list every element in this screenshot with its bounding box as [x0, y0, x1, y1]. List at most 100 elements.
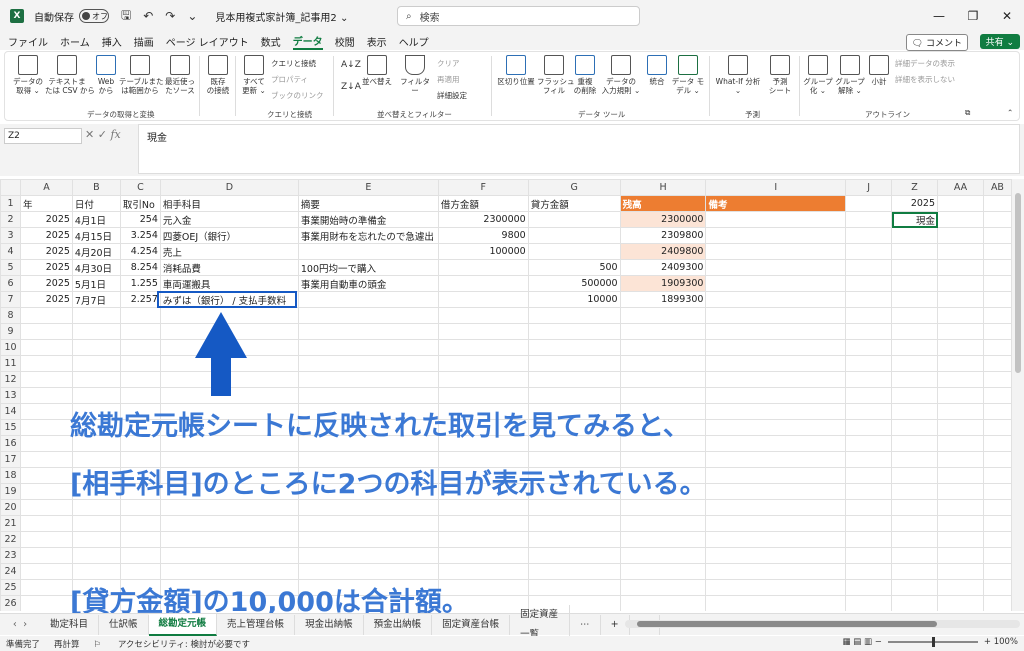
quick-access-dropdown-icon[interactable]: ⌄	[187, 9, 197, 23]
cell[interactable]: 2025	[891, 195, 938, 212]
tab-review[interactable]: 校閲	[335, 34, 355, 49]
row-header[interactable]: 16	[0, 435, 21, 452]
cell[interactable]	[845, 227, 893, 244]
cell[interactable]	[297, 499, 439, 516]
cell[interactable]	[437, 291, 529, 308]
function-icon[interactable]: fx	[110, 128, 120, 141]
formula-input[interactable]: 現金	[138, 124, 1020, 174]
cell[interactable]	[159, 499, 299, 516]
select-all-corner[interactable]	[0, 179, 21, 196]
cell[interactable]	[71, 371, 121, 388]
cell[interactable]: 4月15日	[71, 227, 121, 244]
tab-view[interactable]: 表示	[367, 34, 387, 49]
cell[interactable]	[891, 243, 938, 260]
cell[interactable]	[619, 355, 707, 372]
cell[interactable]	[19, 499, 73, 516]
cell[interactable]	[119, 371, 161, 388]
cell[interactable]	[705, 579, 847, 596]
cell[interactable]	[297, 243, 439, 260]
cell[interactable]: 事業用自動車の頭金	[297, 275, 439, 292]
cell[interactable]	[937, 355, 984, 372]
cell[interactable]	[119, 355, 161, 372]
cell[interactable]	[119, 531, 161, 548]
cell[interactable]	[119, 387, 161, 404]
hide-detail-button[interactable]: 詳細を表示しない	[895, 74, 955, 85]
row-header[interactable]: 12	[0, 371, 21, 388]
cell[interactable]	[437, 371, 529, 388]
ungroup-button[interactable]: グループ 解除 ⌄	[835, 55, 865, 95]
row-header[interactable]: 4	[0, 243, 21, 260]
cell[interactable]	[71, 563, 121, 580]
search-box[interactable]: ⌕ 検索	[397, 6, 640, 26]
cell[interactable]	[982, 211, 1012, 228]
cell[interactable]	[982, 275, 1012, 292]
cell[interactable]: 254	[119, 211, 161, 228]
clear-button[interactable]: クリア	[437, 58, 460, 69]
text-to-columns-button[interactable]: 区切り位置	[495, 55, 537, 86]
cell[interactable]	[845, 435, 893, 452]
cell[interactable]	[982, 259, 1012, 276]
cell[interactable]	[937, 435, 984, 452]
sheet-tab-fixed-assets[interactable]: 固定資産台帳	[432, 614, 511, 635]
row-header[interactable]: 7	[0, 291, 21, 308]
cell[interactable]	[437, 259, 529, 276]
cell[interactable]	[891, 259, 938, 276]
cell[interactable]	[527, 243, 621, 260]
cell[interactable]	[71, 515, 121, 532]
tab-file[interactable]: ファイル	[8, 34, 48, 49]
cell[interactable]: 1909300	[619, 275, 707, 292]
cell[interactable]	[982, 531, 1012, 548]
column-header[interactable]: B	[71, 179, 121, 196]
cell[interactable]	[937, 323, 984, 340]
cell[interactable]	[705, 531, 847, 548]
cell[interactable]: 2025	[19, 243, 73, 260]
cell[interactable]	[159, 531, 299, 548]
cell-table[interactable]: A B C D E F G H I J Z AA AB 1 年日付 取引No 相手科目 摘要 借方金額 貸方金額 残高備…	[0, 179, 1012, 611]
cell[interactable]	[19, 403, 73, 420]
cell[interactable]	[845, 467, 893, 484]
cell[interactable]	[71, 531, 121, 548]
cell[interactable]	[845, 515, 893, 532]
cell[interactable]	[527, 531, 621, 548]
cell[interactable]	[119, 307, 161, 324]
cell[interactable]: 100000	[437, 243, 529, 260]
cell[interactable]	[982, 499, 1012, 516]
cell[interactable]	[937, 259, 984, 276]
cell[interactable]: 2300000	[437, 211, 529, 228]
page-layout-view-icon[interactable]: ▤	[853, 637, 861, 647]
cell[interactable]	[891, 307, 938, 324]
cell[interactable]: 500000	[527, 275, 621, 292]
cell[interactable]	[845, 195, 893, 212]
cell[interactable]	[19, 355, 73, 372]
cell[interactable]	[297, 339, 439, 356]
horizontal-scrollbar[interactable]	[625, 620, 1020, 628]
cell[interactable]	[527, 355, 621, 372]
cell[interactable]	[982, 515, 1012, 532]
cell[interactable]	[527, 563, 621, 580]
cell[interactable]	[527, 547, 621, 564]
column-header[interactable]: AB	[982, 179, 1012, 196]
cell[interactable]	[937, 419, 984, 436]
cell[interactable]	[297, 531, 439, 548]
cell[interactable]	[297, 547, 439, 564]
row-header[interactable]: 9	[0, 323, 21, 340]
cell[interactable]	[297, 307, 439, 324]
cell[interactable]	[119, 323, 161, 340]
consolidate-button[interactable]: 統合	[645, 55, 669, 86]
cell[interactable]: 1899300	[619, 291, 707, 308]
cell[interactable]	[437, 323, 529, 340]
worksheet-grid[interactable]: A B C D E F G H I J Z AA AB 1 年日付 取引No 相手科目 摘要 借方金額 貸方金額 残高備…	[0, 179, 1012, 611]
cell[interactable]: 100円均一で購入	[297, 259, 439, 276]
what-if-button[interactable]: What-If 分析 ⌄	[713, 55, 763, 95]
cell[interactable]	[619, 547, 707, 564]
cell[interactable]	[619, 387, 707, 404]
cell[interactable]	[891, 451, 938, 468]
row-header[interactable]: 24	[0, 563, 21, 580]
row-header[interactable]: 13	[0, 387, 21, 404]
cell[interactable]	[982, 307, 1012, 324]
cell[interactable]	[297, 515, 439, 532]
cell[interactable]	[159, 547, 299, 564]
show-detail-button[interactable]: 詳細データの表示	[895, 58, 955, 69]
file-name[interactable]: 見本用複式家計簿_記事用2 ⌄	[215, 9, 348, 24]
cell[interactable]	[119, 339, 161, 356]
